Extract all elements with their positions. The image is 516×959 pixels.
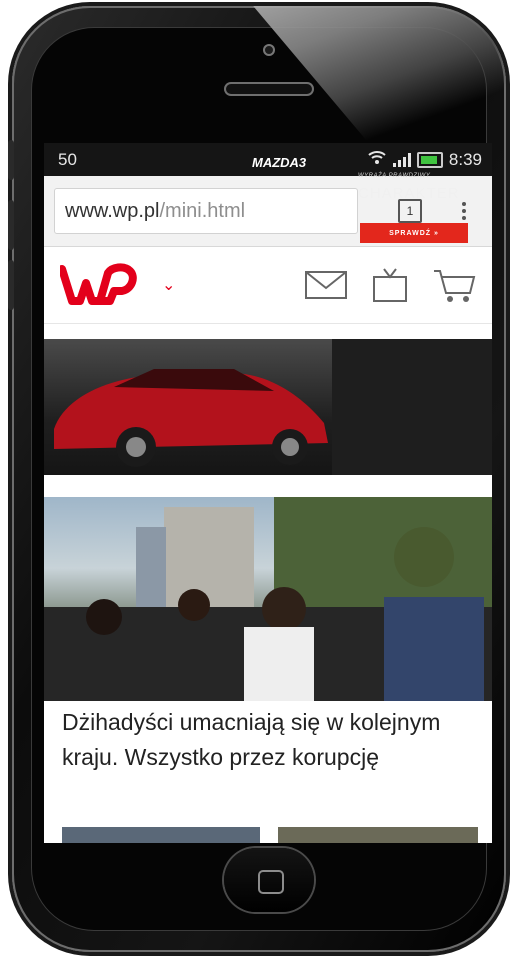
- ad-cta-button[interactable]: SPRAWDŹ »: [360, 223, 468, 243]
- wp-logo[interactable]: ⌄: [60, 263, 175, 307]
- wp-header: ⌄: [44, 247, 492, 324]
- volume-down-button: [8, 260, 14, 310]
- address-bar[interactable]: www.wp.pl/mini.html: [54, 188, 358, 234]
- ad-tagline: WYRAŻA PRAWDZIWY: [358, 173, 431, 179]
- wp-dropdown-chevron-icon[interactable]: ⌄: [162, 275, 175, 295]
- wifi-icon: [367, 149, 387, 170]
- article-headline[interactable]: Dżihadyści umacniają się w kolejnym kraj…: [62, 705, 482, 775]
- status-time: 8:39: [448, 149, 482, 169]
- front-camera: [263, 44, 275, 56]
- volume-up-button: [8, 200, 14, 250]
- overflow-menu-icon[interactable]: [462, 202, 466, 220]
- ad-car-image: [44, 339, 332, 475]
- phone-screen: 50 8:39 www.wp.pl/mini.html 1 ⌄ MAZDA3 W…: [44, 143, 492, 843]
- url-domain: www.wp.pl: [65, 199, 160, 222]
- wp-logo-mark: [60, 263, 137, 305]
- tabs-button[interactable]: 1: [398, 199, 422, 223]
- cart-icon[interactable]: [432, 267, 476, 303]
- home-button-icon: [258, 870, 284, 894]
- next-article-thumbnails[interactable]: [62, 827, 478, 843]
- earpiece-speaker: [224, 82, 314, 96]
- ad-headline: CHARAKTER: [358, 185, 460, 202]
- signal-icon: [392, 152, 411, 167]
- ad-banner[interactable]: [44, 339, 492, 475]
- url-path: /mini.html: [159, 199, 246, 222]
- mail-icon[interactable]: [304, 270, 348, 300]
- status-left-number: 50: [58, 149, 77, 169]
- article-photo[interactable]: [44, 497, 492, 701]
- battery-icon: [416, 151, 443, 168]
- tv-icon[interactable]: [370, 267, 410, 303]
- ad-model-name: MAZDA3: [252, 155, 307, 170]
- mute-switch: [8, 140, 14, 180]
